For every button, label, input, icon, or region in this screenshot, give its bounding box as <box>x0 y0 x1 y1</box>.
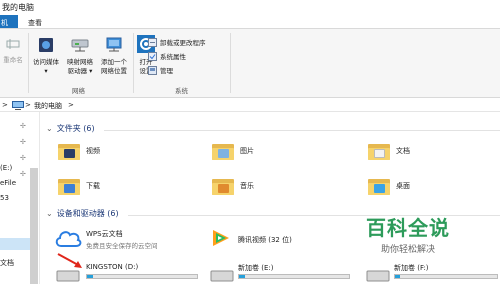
e-drive-title: 新加卷 (E:) <box>238 264 274 272</box>
ribbon: 重命名 访问媒体 ▾ 映射网络 驱动器 ▾ 添加一个 网络位置 网络 打开 设置… <box>0 28 500 98</box>
folder-label: 桌面 <box>396 182 410 190</box>
folder-item-downloads[interactable]: 下载 <box>58 177 100 195</box>
rename-icon <box>6 39 20 49</box>
folder-item-pictures[interactable]: 图片 <box>212 142 254 160</box>
uninstall-icon <box>148 37 157 47</box>
divider <box>28 33 29 93</box>
breadcrumb-arrow: > <box>2 101 8 109</box>
ribbon-tab-bar: 机 查看 <box>0 14 500 28</box>
folders-header-label: 文件夹 (6) <box>56 124 95 133</box>
chevron-down-icon: ⌄ <box>46 124 53 133</box>
nav-item-selected[interactable] <box>0 238 30 250</box>
nav-item-e-drive[interactable]: (E:) <box>0 164 12 172</box>
chevron-down-icon: ⌄ <box>46 209 53 218</box>
manage-button[interactable]: 管理 <box>148 65 173 75</box>
drive-icon <box>56 270 80 282</box>
divider <box>104 130 500 131</box>
desktop-folder-icon <box>368 177 390 195</box>
folder-label: 图片 <box>240 147 254 155</box>
nav-scrollbar[interactable] <box>30 168 38 284</box>
folder-label: 下载 <box>86 182 100 190</box>
access-media-caret: ▾ <box>44 67 48 75</box>
access-media-button[interactable]: 访问媒体 ▾ <box>30 37 62 76</box>
pin-icon: ✢ <box>20 170 26 178</box>
folder-item-desktop[interactable]: 桌面 <box>368 177 410 195</box>
map-drive-label: 映射网络 <box>67 58 93 66</box>
f-drive-usage-bar <box>394 274 498 279</box>
music-folder-icon <box>212 177 234 195</box>
breadcrumb-end-separator: > <box>68 101 74 109</box>
e-drive-usage-bar <box>238 274 350 279</box>
media-icon <box>39 38 53 52</box>
folders-section-header[interactable]: ⌄ 文件夹 (6) <box>46 123 95 134</box>
kingston-usage-bar <box>86 274 198 279</box>
computer-icon <box>12 101 24 110</box>
map-network-drive-button[interactable]: 映射网络 驱动器 ▾ <box>63 37 97 76</box>
nav-item-efile[interactable]: eFile <box>0 179 16 187</box>
drive-icon <box>366 270 390 282</box>
add-network-location-button[interactable]: 添加一个 网络位置 <box>97 37 131 76</box>
manage-label: 管理 <box>160 67 173 75</box>
rename-button[interactable]: 重命名 <box>0 37 26 65</box>
video-folder-icon <box>58 142 80 160</box>
f-drive-usage-fill <box>395 275 401 278</box>
breadcrumb-separator: > <box>25 101 31 109</box>
pin-icon: ✢ <box>20 138 26 146</box>
address-bar[interactable]: > > 我的电脑 > <box>0 98 500 112</box>
watermark-subtitle: 助你轻松解决 <box>380 245 435 255</box>
network-location-icon <box>106 37 122 52</box>
group-system-label: 系统 <box>175 87 188 95</box>
access-media-label: 访问媒体 <box>33 58 59 66</box>
pictures-folder-icon <box>212 142 234 160</box>
tencent-video-icon <box>213 230 229 246</box>
folder-item-documents[interactable]: 文档 <box>368 142 410 160</box>
drive-icon <box>210 270 234 282</box>
network-drive-icon <box>71 39 89 52</box>
divider <box>133 33 134 93</box>
divider <box>230 33 231 93</box>
check-icon <box>148 51 157 61</box>
folder-item-music[interactable]: 音乐 <box>212 177 254 195</box>
wps-title: WPS云文档 <box>86 230 123 238</box>
folder-label: 视频 <box>86 147 100 155</box>
tab-computer[interactable]: 机 <box>0 15 18 28</box>
pin-icon: ✢ <box>20 122 26 130</box>
nav-item-53[interactable]: 53 <box>0 194 9 202</box>
e-drive-usage-fill <box>239 275 245 278</box>
system-properties-button[interactable]: 系统属性 <box>148 51 186 61</box>
uninstall-programs-button[interactable]: 卸载或更改程序 <box>148 37 206 47</box>
downloads-folder-icon <box>58 177 80 195</box>
watermark: 百科全说 助你轻松解决 <box>366 212 450 255</box>
tab-view[interactable]: 查看 <box>28 18 42 28</box>
kingston-title: KINGSTON (D:) <box>86 263 139 271</box>
folder-item-videos[interactable]: 视频 <box>58 142 100 160</box>
watermark-title: 百科全说 <box>366 216 450 240</box>
add-location-label-2: 网络位置 <box>101 67 127 75</box>
pin-icon: ✢ <box>20 154 26 162</box>
folder-label: 音乐 <box>240 182 254 190</box>
map-drive-label-2: 驱动器 ▾ <box>67 67 93 75</box>
title-bar: 我的电脑 <box>0 0 500 14</box>
group-network-label: 网络 <box>72 87 85 95</box>
devices-section-header[interactable]: ⌄ 设备和驱动器 (6) <box>46 208 119 219</box>
breadcrumb[interactable]: 我的电脑 <box>34 101 62 111</box>
rename-label: 重命名 <box>3 56 23 64</box>
f-drive-title: 新加卷 (F:) <box>394 264 429 272</box>
folder-label: 文档 <box>396 147 410 155</box>
kingston-usage-fill <box>87 275 93 278</box>
devices-header-label: 设备和驱动器 (6) <box>56 209 119 218</box>
window-title: 我的电脑 <box>2 3 34 12</box>
documents-folder-icon <box>368 142 390 160</box>
wps-subtitle: 免费且安全保存的云空间 <box>86 242 158 250</box>
add-location-label: 添加一个 <box>101 58 127 66</box>
system-properties-label: 系统属性 <box>160 53 186 61</box>
cloud-icon <box>55 231 82 247</box>
manage-icon <box>148 65 157 75</box>
tencent-title: 腾讯视频 (32 位) <box>238 236 292 244</box>
nav-item-documents[interactable]: 文档 <box>0 258 14 268</box>
uninstall-label: 卸载或更改程序 <box>160 39 206 47</box>
